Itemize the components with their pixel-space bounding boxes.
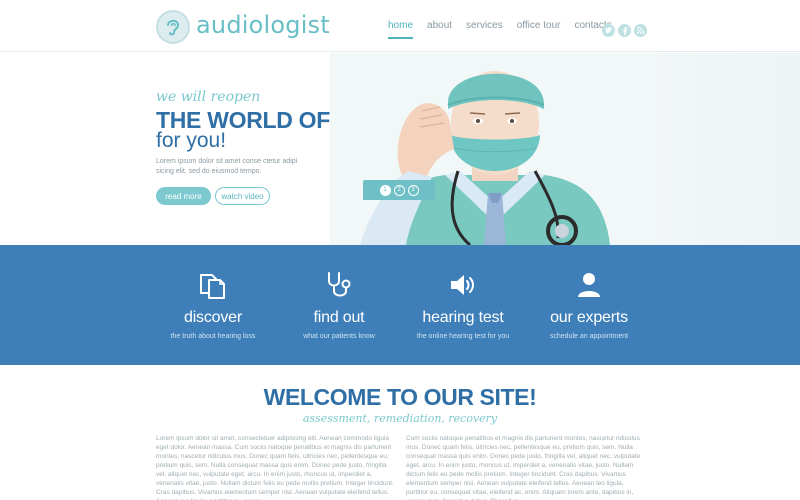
slide-dot-1[interactable]: 1 [379,184,391,196]
user-icon [572,269,606,301]
facebook-icon[interactable] [618,24,631,37]
site-header: audiologist home about services office t… [0,0,800,52]
feature-title: discover [184,309,242,326]
social-links [602,24,647,37]
welcome-text-left: Lorem ipsum dolor sit amet, consectetuer… [156,435,394,500]
welcome-subtitle: assessment, remediation, recovery [302,412,498,425]
feature-our-experts[interactable]: our experts schedule an appointment [524,245,654,340]
slider-pager: 1 2 3 [363,180,435,200]
nav-services[interactable]: services [466,20,503,39]
feature-title: find out [313,309,365,326]
doctor-hero-image [330,53,660,245]
feature-subtitle: schedule an appointment [549,333,629,340]
rss-icon[interactable] [634,24,647,37]
hero-title-line2: for you! [156,129,227,152]
feature-hearing-test[interactable]: hearing test the online hearing test for… [398,245,528,340]
welcome-text-right: Cum sociis natoque penatibus et magnis d… [406,435,641,500]
feature-subtitle: what our patients know [303,333,375,340]
feature-subtitle: the truth about hearing loss [170,333,256,340]
documents-icon [196,269,230,301]
feature-title: our experts [550,309,628,326]
stethoscope-icon [322,269,356,301]
feature-discover[interactable]: discover the truth about hearing loss [148,245,278,340]
slide-dot-3[interactable]: 3 [407,184,419,196]
hero-kicker: we will reopen [156,89,261,105]
feature-title: hearing test [422,309,504,326]
welcome-title: WELCOME TO OUR SITE! [263,384,537,410]
slide-dot-2[interactable]: 2 [393,184,405,196]
logo-text[interactable]: audiologist [196,11,330,39]
nav-about[interactable]: about [427,20,452,39]
watch-video-button[interactable]: watch video [215,187,270,205]
main-nav: home about services office tour contacts [388,20,626,39]
nav-office-tour[interactable]: office tour [517,20,561,39]
feature-subtitle: the online hearing test for you [416,333,510,340]
ear-logo-icon[interactable] [156,10,190,44]
nav-home[interactable]: home [388,20,414,39]
read-more-button[interactable]: read more [156,187,211,205]
hero-description: Lorem ipsum dolor sit amet conse ctetur … [156,158,298,175]
hero-slider: we will reopen THE WORLD OF SOUNDS for y… [0,53,800,245]
speaker-icon [446,269,480,301]
features-band: discover the truth about hearing loss fi… [0,245,800,365]
feature-find-out[interactable]: find out what our patients know [274,245,404,340]
twitter-icon[interactable] [602,24,615,37]
